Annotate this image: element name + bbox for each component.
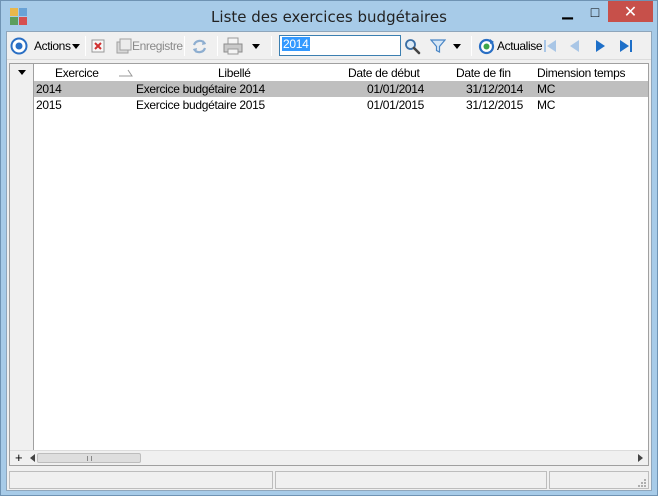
- toolbar-separator: [471, 36, 472, 56]
- minimize-button[interactable]: ▁: [553, 1, 582, 22]
- toolbar-separator: [271, 36, 272, 56]
- previous-record-button[interactable]: [567, 35, 583, 57]
- cell-exercice: 2014: [36, 82, 62, 96]
- status-panel: [549, 471, 649, 489]
- column-header-dimension-temps[interactable]: Dimension temps: [537, 66, 626, 80]
- print-dropdown-icon[interactable]: [252, 43, 260, 49]
- cell-dimension-temps: MC: [537, 98, 556, 112]
- table-row[interactable]: 2014 Exercice budgétaire 2014 01/01/2014…: [34, 81, 648, 97]
- scroll-right-icon[interactable]: [638, 454, 643, 462]
- refresh-icon: [478, 38, 495, 54]
- filter-dropdown-icon[interactable]: [453, 43, 461, 49]
- grid-menu-icon[interactable]: [18, 70, 26, 75]
- close-icon: ✕: [623, 3, 638, 21]
- delete-icon: [91, 39, 105, 53]
- save-icon: [116, 38, 132, 54]
- search-icon: [405, 38, 421, 54]
- status-bar: [9, 471, 649, 490]
- client-area: Actions Enregistre 2014 Actualise Exerci…: [6, 31, 652, 491]
- status-panel: [275, 471, 547, 489]
- first-record-button[interactable]: [541, 35, 559, 57]
- actions-menu-button[interactable]: Actions: [10, 35, 80, 57]
- delete-button[interactable]: [91, 35, 105, 57]
- add-row-button[interactable]: +: [15, 450, 23, 465]
- next-record-button[interactable]: [592, 35, 608, 57]
- scrollbar-thumb[interactable]: [37, 453, 141, 463]
- cell-date-debut: 01/01/2015: [367, 98, 425, 112]
- actions-dropdown-icon: [71, 43, 80, 49]
- column-header-date-debut[interactable]: Date de début: [348, 66, 420, 80]
- cell-libelle: Exercice budgétaire 2015: [136, 98, 265, 112]
- last-record-button[interactable]: [617, 35, 635, 57]
- thumb-grip-icon: [87, 456, 92, 461]
- save-button[interactable]: Enregistre: [116, 35, 183, 57]
- column-header: Exercice Libellé Date de début Date de f…: [34, 64, 648, 81]
- maximize-icon: □: [590, 3, 600, 20]
- toolbar-separator: [184, 36, 185, 56]
- filter-button[interactable]: [430, 35, 461, 57]
- print-icon: [223, 37, 243, 55]
- cell-date-fin: 31/12/2015: [466, 98, 524, 112]
- row-header-column: [10, 64, 34, 464]
- cell-dimension-temps: MC: [537, 82, 556, 96]
- last-icon: [620, 40, 632, 52]
- table-row[interactable]: 2015 Exercice budgétaire 2015 01/01/2015…: [34, 97, 648, 113]
- column-header-libelle[interactable]: Libellé: [218, 66, 251, 80]
- cell-exercice: 2015: [36, 98, 62, 112]
- toolbar-separator: [217, 36, 218, 56]
- cell-date-debut: 01/01/2014: [367, 82, 425, 96]
- refresh-button[interactable]: Actualise: [478, 35, 542, 57]
- actions-label: Actions: [34, 39, 71, 53]
- resize-grip-icon[interactable]: [637, 478, 647, 488]
- search-input[interactable]: 2014: [279, 35, 401, 56]
- maximize-button[interactable]: □: [582, 1, 608, 22]
- print-button[interactable]: [223, 35, 260, 57]
- horizontal-scrollbar[interactable]: +: [10, 450, 648, 465]
- save-label: Enregistre: [132, 39, 183, 53]
- cell-date-fin: 31/12/2014: [466, 82, 524, 96]
- filter-icon: [430, 39, 446, 53]
- title-bar[interactable]: Liste des exercices budgétaires ▁ □ ✕: [1, 1, 657, 31]
- column-header-date-fin[interactable]: Date de fin: [456, 66, 511, 80]
- first-icon: [544, 40, 556, 52]
- refresh-label: Actualise: [497, 39, 543, 53]
- data-grid: Exercice Libellé Date de début Date de f…: [9, 63, 649, 466]
- toolbar-separator: [85, 36, 86, 56]
- next-icon: [596, 40, 605, 52]
- actions-icon: [10, 37, 28, 55]
- sync-icon: [192, 39, 207, 53]
- prev-icon: [570, 40, 579, 52]
- search-input-value: 2014: [282, 37, 310, 51]
- scroll-left-icon[interactable]: [30, 454, 35, 462]
- cell-libelle: Exercice budgétaire 2014: [136, 82, 265, 96]
- sort-ascending-icon: [119, 69, 133, 77]
- search-button[interactable]: [404, 35, 421, 57]
- minimize-icon: ▁: [562, 3, 573, 19]
- close-button[interactable]: ✕: [608, 1, 653, 22]
- toolbar: Actions Enregistre 2014 Actualise: [7, 32, 651, 60]
- column-header-exercice[interactable]: Exercice: [55, 66, 99, 80]
- status-panel: [9, 471, 273, 489]
- sync-button[interactable]: [191, 35, 208, 57]
- app-window: Liste des exercices budgétaires ▁ □ ✕ Ac…: [0, 0, 658, 496]
